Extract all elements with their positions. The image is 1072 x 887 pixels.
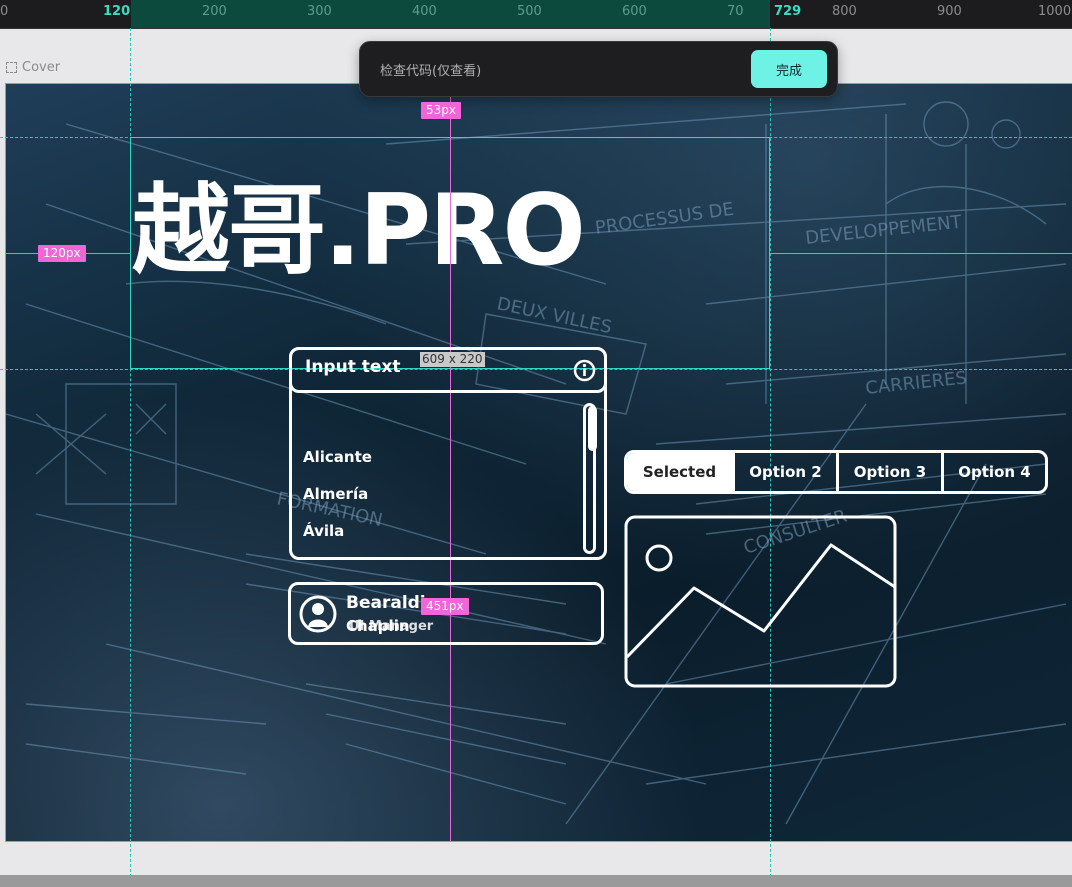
segment-option-4[interactable]: Option 4: [944, 453, 1045, 491]
frame-icon: [6, 62, 17, 73]
measure-badge-bottom: 451px: [421, 598, 469, 615]
segment-option-selected[interactable]: Selected: [627, 453, 735, 491]
list-items: Alicante Almería Ávila: [303, 446, 372, 557]
ruler-selection-range: [131, 0, 770, 28]
ruler-label: 600: [622, 4, 647, 19]
user-avatar-icon: [299, 595, 337, 633]
list-title: Input text: [305, 357, 401, 377]
toast-message: 检查代码(仅查看): [380, 64, 482, 79]
frame-label[interactable]: Cover: [6, 60, 60, 75]
ruler-label: 900: [937, 4, 962, 19]
ruler-label: 400: [412, 4, 437, 19]
ruler-label: 70: [727, 4, 744, 19]
top-ruler: 0 120 200 300 400 500 600 70 729 800 900…: [0, 0, 1072, 29]
done-button[interactable]: 完成: [751, 50, 827, 88]
ruler-label: 300: [307, 4, 332, 19]
list-item[interactable]: Almería: [303, 483, 372, 520]
ruler-label: 500: [517, 4, 542, 19]
ruler-label: 800: [832, 4, 857, 19]
ruler-label: 729: [774, 4, 802, 19]
svg-text:CARRIERES: CARRIERES: [864, 367, 968, 399]
selection-size-badge: 609 x 220: [420, 352, 485, 367]
info-circle-icon[interactable]: [573, 359, 596, 382]
ruler-label: 120: [103, 4, 131, 19]
svg-text:DEVELOPPEMENT: DEVELOPPEMENT: [804, 212, 963, 249]
scrollbar-thumb[interactable]: [588, 406, 597, 451]
dropdown-list-widget[interactable]: Input text Alicante Almería Ávila: [289, 347, 607, 560]
bottom-scrollbar[interactable]: [0, 875, 1072, 887]
scrollbar-track[interactable]: [583, 403, 597, 554]
code-inspect-toast: 检查代码(仅查看) 完成: [359, 41, 838, 97]
ruler-label: 0: [0, 4, 9, 19]
ruler-label: 1000: [1038, 4, 1072, 19]
list-item[interactable]: Alicante: [303, 446, 372, 483]
list-item[interactable]: Ávila: [303, 520, 372, 557]
profile-name: Bearaldi: [346, 593, 426, 613]
segmented-control[interactable]: Selected Option 2 Option 3 Option 4: [624, 450, 1048, 494]
measure-line-horizontal: [770, 253, 1072, 254]
segment-option-2[interactable]: Option 2: [735, 453, 839, 491]
measure-badge-top: 53px: [421, 102, 461, 119]
profile-role: UI Manager: [349, 619, 434, 634]
segment-option-3[interactable]: Option 3: [839, 453, 944, 491]
ruler-label: 200: [202, 4, 227, 19]
image-placeholder-icon[interactable]: [624, 515, 898, 689]
measure-badge-left: 120px: [38, 245, 86, 262]
frame-label-text: Cover: [22, 60, 61, 75]
